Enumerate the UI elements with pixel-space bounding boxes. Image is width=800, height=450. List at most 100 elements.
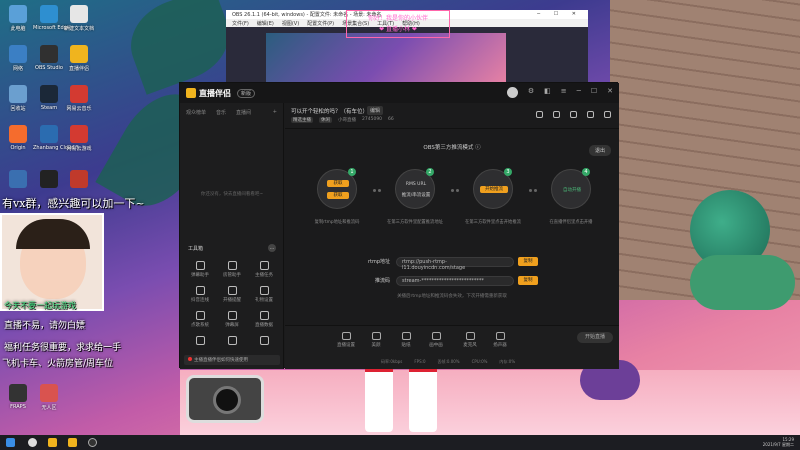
desktop-icon[interactable]: 网易云游戏 [63, 125, 95, 152]
toolbox-item[interactable]: 房管助手 [216, 261, 248, 278]
user-icon[interactable] [570, 111, 577, 118]
obs-menu-item[interactable]: 视图(V) [282, 20, 299, 27]
start-live-button[interactable]: 开始直播 [577, 332, 613, 343]
subtitle-line: 今天不要一起玩游戏 [4, 301, 76, 310]
get-key-button[interactable]: 获取 [327, 192, 349, 199]
rtmp-field[interactable]: rtmp://push-rtmp-l11.douyincdn.com/stage [396, 256, 514, 271]
stat-item: 内存:0% [499, 359, 516, 364]
desktop-icon[interactable]: Origin [2, 125, 34, 151]
start-push-button[interactable]: 开始推流 [480, 186, 508, 193]
tool-label: 礼物设置 [255, 298, 273, 303]
desktop-icon[interactable]: 此电脑 [2, 5, 34, 32]
taskbar-app-icon[interactable] [48, 438, 57, 447]
bottom-tool[interactable]: 扬声器 [487, 332, 513, 348]
copy-key-button[interactable]: 复制 [518, 276, 538, 285]
leaf-decoration [119, 0, 241, 95]
more-icon[interactable]: … [268, 244, 276, 252]
edit-room-button[interactable]: 编辑 [367, 106, 384, 115]
maximize-icon[interactable]: ☐ [591, 87, 597, 98]
toolbox-item[interactable]: 开播提醒 [216, 286, 248, 303]
shop-icon[interactable] [553, 111, 560, 118]
desktop-icon[interactable]: 网络 [2, 45, 34, 72]
app-icon [9, 125, 27, 143]
desktop-icon[interactable]: 直播伴侣 [63, 45, 95, 72]
desktop-icon[interactable]: 网易云音乐 [63, 85, 95, 112]
pink-floor [180, 370, 800, 435]
desktop-icon[interactable]: 无人区 [33, 384, 65, 411]
desktop-icon[interactable]: 新建文本文档 [63, 5, 95, 32]
bottom-tool[interactable]: 贴纸 [393, 332, 419, 348]
desktop-icon-label: 此电脑 [10, 26, 26, 32]
connector-dot [529, 189, 532, 192]
overlay-line: ❤ 直播小林 ❤ [379, 26, 417, 33]
toolbox-item[interactable]: 礼物设置 [248, 286, 280, 303]
version-badge[interactable]: 新版 [237, 88, 256, 98]
toolbox-item[interactable] [216, 336, 248, 347]
toolbox-item[interactable]: 主播任务 [248, 261, 280, 278]
obs-taskbar-icon[interactable] [88, 438, 97, 447]
minimize-icon[interactable]: ─ [577, 87, 581, 98]
app-icon [40, 125, 58, 143]
desktop-icon[interactable] [33, 170, 65, 190]
desktop-icon[interactable]: FRAPS [2, 384, 34, 410]
tab-audience[interactable]: 观众榜单 [186, 109, 206, 116]
bell-icon[interactable] [587, 111, 594, 118]
bottom-tool[interactable]: 麦克风 [457, 332, 483, 348]
rtmp-label: rtmp地址 [367, 259, 390, 265]
step-badge: 2 [426, 168, 434, 176]
toolbox-item[interactable]: 弹幕屏 [216, 311, 248, 328]
desktop-icon[interactable] [2, 170, 34, 190]
subtitle-line: 直播不易，请勿白嫖 [4, 321, 86, 331]
copy-rtmp-button[interactable]: 复制 [518, 257, 538, 266]
menu-icon[interactable]: ≡ [561, 87, 567, 98]
taskbar-app-icon[interactable] [68, 438, 77, 447]
bottom-tool[interactable]: 画中画 [423, 332, 449, 348]
tab-music[interactable]: 音乐 [216, 109, 226, 116]
toolbox-item[interactable] [248, 336, 280, 347]
step-text: 自动开播 [563, 188, 581, 193]
hair-image [16, 219, 90, 249]
desktop-icon[interactable]: OBS Studio [33, 45, 65, 71]
stream-key-field[interactable]: stream-************************* [396, 275, 514, 286]
obs-menu-item[interactable]: 配置文件(P) [307, 20, 334, 27]
desktop-icon[interactable] [63, 170, 95, 190]
toolbox-item[interactable] [184, 336, 216, 347]
live-companion-window[interactable]: 直播伴侣 新版 ⚙ ◧ ≡ ─ ☐ ✕ 观众榜单 音乐 直播间 + 你还没有，快… [179, 82, 619, 369]
clock-date: 2021/9/7 星期二 [762, 442, 794, 447]
share-icon[interactable] [604, 111, 611, 118]
get-rtmp-button[interactable]: 获取 [327, 180, 349, 187]
gift-icon[interactable] [536, 111, 543, 118]
obs-menu-item[interactable]: 文件(F) [232, 20, 249, 27]
skin-icon[interactable]: ◧ [544, 87, 551, 98]
step-desc: 在第三方软件里点击开始推流 [465, 220, 521, 225]
desktop-icon[interactable]: Microsoft Edge [33, 5, 70, 31]
add-icon[interactable]: + [273, 109, 277, 116]
quit-button[interactable]: 退出 [588, 145, 611, 156]
toolbox-item[interactable]: 弹幕助手 [184, 261, 216, 278]
avatar[interactable] [506, 87, 518, 98]
tool-icon [195, 261, 205, 270]
desktop-icon[interactable]: Steam [33, 85, 65, 111]
toolbox-item[interactable]: 直播数据 [248, 311, 280, 328]
desktop-icon[interactable]: Zhanbang Cloud 5 [33, 125, 79, 151]
bottom-tool[interactable]: 直播设置 [333, 332, 359, 348]
search-icon[interactable] [28, 438, 37, 447]
header-icons [536, 111, 611, 118]
windows-start-icon[interactable] [6, 438, 15, 447]
system-tray-clock[interactable]: 15:29 2021/9/7 星期二 [763, 437, 794, 447]
close-icon[interactable]: ✕ [607, 87, 613, 98]
bottom-tool-icon [401, 332, 411, 340]
obs-menu-item[interactable]: 编辑(E) [257, 20, 274, 27]
toolbox-item[interactable]: 抖音连线 [184, 286, 216, 303]
toolbox-grid: 弹幕助手 房管助手 主播任务抖音连线 开播提醒 礼物设置点歌系统 弹幕屏 直播数据 [184, 261, 280, 347]
tool-label: 点歌系统 [191, 323, 209, 328]
logo-icon [186, 88, 196, 98]
help-bar[interactable]: 主播直播伴侣如何快速使用 [184, 355, 280, 365]
toolbox-item[interactable]: 点歌系统 [184, 311, 216, 328]
desktop-icon-label: 回收站 [10, 106, 26, 112]
tab-room[interactable]: 直播间 [236, 109, 251, 116]
note-text: 关播后rtmp地址和推流码会失效，下次开播需重新获取 [397, 294, 507, 299]
desktop-icon[interactable]: 回收站 [2, 85, 34, 112]
settings-icon[interactable]: ⚙ [528, 87, 534, 98]
bottom-tool[interactable]: 美颜 [363, 332, 389, 348]
